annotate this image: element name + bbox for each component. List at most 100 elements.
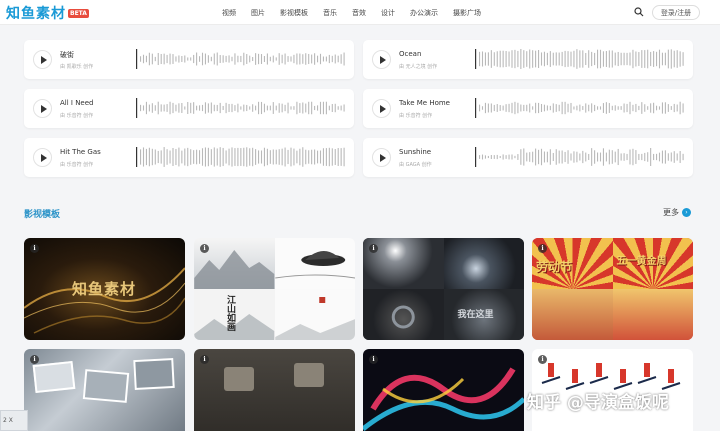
info-icon[interactable]: i bbox=[369, 355, 378, 364]
play-button[interactable] bbox=[33, 50, 52, 69]
template-tile[interactable]: i 我在这里 bbox=[363, 238, 524, 340]
play-button[interactable] bbox=[33, 148, 52, 167]
play-button[interactable] bbox=[372, 99, 391, 118]
waveform-bar bbox=[608, 50, 610, 68]
audio-card[interactable]: All I Need 由 乐音符 创作 bbox=[24, 89, 354, 128]
audio-card[interactable]: Take Me Home 由 乐音符 创作 bbox=[363, 89, 693, 128]
nav-item-photo-square[interactable]: 摄影广场 bbox=[453, 8, 481, 18]
waveform-bar bbox=[260, 101, 263, 115]
track-title[interactable]: 破街 bbox=[60, 50, 74, 60]
play-button[interactable] bbox=[372, 50, 391, 69]
nav-item-design[interactable]: 设计 bbox=[381, 8, 395, 18]
site-logo[interactable]: 知鱼素材 BETA bbox=[6, 3, 89, 23]
info-icon[interactable]: i bbox=[30, 244, 39, 253]
waveform-bar bbox=[169, 101, 171, 115]
waveform-bar bbox=[272, 102, 274, 114]
track-author: 由 无人之境 创作 bbox=[399, 64, 438, 70]
audio-card[interactable]: Hit The Gas 由 乐音符 创作 bbox=[24, 138, 354, 177]
template-tile[interactable]: i 劳动节 五一黄金周 bbox=[532, 238, 693, 340]
corner-badge[interactable]: 2 X bbox=[0, 410, 28, 431]
waveform-bar bbox=[252, 56, 254, 62]
search-icon[interactable] bbox=[634, 7, 644, 17]
waveform[interactable] bbox=[136, 98, 346, 118]
info-icon[interactable]: i bbox=[538, 355, 547, 364]
waveform-bar bbox=[331, 148, 333, 166]
waveform-bar bbox=[172, 148, 174, 166]
nav-item-image[interactable]: 图片 bbox=[251, 8, 265, 18]
waveform-bar bbox=[290, 56, 292, 62]
nav-item-music[interactable]: 音乐 bbox=[323, 8, 337, 18]
waveform-bar bbox=[599, 152, 602, 162]
waveform-bar bbox=[490, 50, 492, 68]
waveform-bar bbox=[614, 52, 616, 66]
waveform-bar bbox=[676, 104, 678, 112]
waveform-bar bbox=[157, 150, 159, 164]
track-title[interactable]: Take Me Home bbox=[399, 99, 450, 107]
more-link[interactable]: 更多 › bbox=[663, 207, 691, 218]
waveform-bar bbox=[308, 150, 310, 164]
waveform-bar bbox=[340, 105, 342, 111]
info-icon[interactable]: i bbox=[369, 244, 378, 253]
waveform-bar bbox=[178, 55, 180, 63]
waveform-bar bbox=[181, 150, 183, 164]
waveform-bar bbox=[555, 104, 557, 112]
play-button[interactable] bbox=[372, 148, 391, 167]
waveform-bar bbox=[246, 147, 248, 167]
waveform[interactable] bbox=[475, 49, 685, 69]
waveform-bar bbox=[564, 50, 566, 68]
info-icon[interactable]: i bbox=[200, 244, 209, 253]
login-register-button[interactable]: 登录/注册 bbox=[652, 5, 700, 20]
waveform-bar bbox=[479, 104, 481, 112]
info-icon[interactable]: i bbox=[538, 244, 547, 253]
waveform-bar bbox=[670, 106, 672, 110]
waveform-bar bbox=[484, 155, 486, 159]
waveform-bar bbox=[154, 105, 156, 111]
track-title[interactable]: Hit The Gas bbox=[60, 148, 101, 156]
template-tile[interactable]: i bbox=[194, 349, 355, 431]
waveform[interactable] bbox=[136, 49, 346, 69]
track-title[interactable]: Ocean bbox=[399, 50, 421, 58]
template-tile[interactable]: i bbox=[24, 349, 185, 431]
waveform-bar bbox=[520, 149, 522, 165]
waveform-bar bbox=[331, 104, 333, 112]
waveform-bar bbox=[570, 102, 572, 114]
waveform[interactable] bbox=[136, 147, 346, 167]
waveform-bar bbox=[523, 104, 525, 112]
waveform-bar bbox=[246, 104, 248, 112]
waveform-bar bbox=[148, 52, 150, 66]
info-icon[interactable]: i bbox=[30, 355, 39, 364]
nav-item-video[interactable]: 视频 bbox=[222, 8, 236, 18]
waveform-bar bbox=[502, 50, 504, 68]
waveform[interactable] bbox=[475, 147, 685, 167]
audio-card[interactable]: Sunshine 由 GAGA 创作 bbox=[363, 138, 693, 177]
playhead-marker bbox=[136, 98, 138, 118]
play-icon bbox=[40, 153, 47, 162]
track-title[interactable]: All I Need bbox=[60, 99, 94, 107]
waveform-bar bbox=[266, 148, 268, 166]
waveform-bar bbox=[172, 54, 174, 64]
template-tile[interactable]: i 知鱼素材 bbox=[24, 238, 185, 340]
waveform-bar bbox=[561, 150, 563, 164]
nav-item-film-template[interactable]: 影视模板 bbox=[280, 8, 308, 18]
waveform-bar bbox=[543, 151, 545, 163]
play-button[interactable] bbox=[33, 99, 52, 118]
waveform-bar bbox=[201, 104, 204, 112]
nav-item-office[interactable]: 办公演示 bbox=[410, 8, 438, 18]
track-title[interactable]: Sunshine bbox=[399, 148, 431, 156]
waveform-bar bbox=[140, 104, 142, 112]
waveform[interactable] bbox=[475, 98, 685, 118]
template-tile[interactable]: i 江山如画 bbox=[194, 238, 355, 340]
audio-card[interactable]: 破街 由 凯歌乐 创作 bbox=[24, 40, 354, 79]
waveform-bar bbox=[558, 104, 560, 112]
info-icon[interactable]: i bbox=[200, 355, 209, 364]
waveform-bar bbox=[505, 51, 507, 68]
waveform-bar bbox=[296, 150, 298, 164]
audio-card[interactable]: Ocean 由 无人之境 创作 bbox=[363, 40, 693, 79]
waveform-bar bbox=[549, 149, 551, 165]
waveform-bar bbox=[334, 54, 336, 64]
shine-text: 我在这里 bbox=[457, 310, 494, 320]
nav-item-sound-effect[interactable]: 音效 bbox=[352, 8, 366, 18]
waveform-bar bbox=[623, 153, 625, 161]
template-tile[interactable]: i bbox=[363, 349, 524, 431]
waveform-bar bbox=[538, 149, 540, 165]
